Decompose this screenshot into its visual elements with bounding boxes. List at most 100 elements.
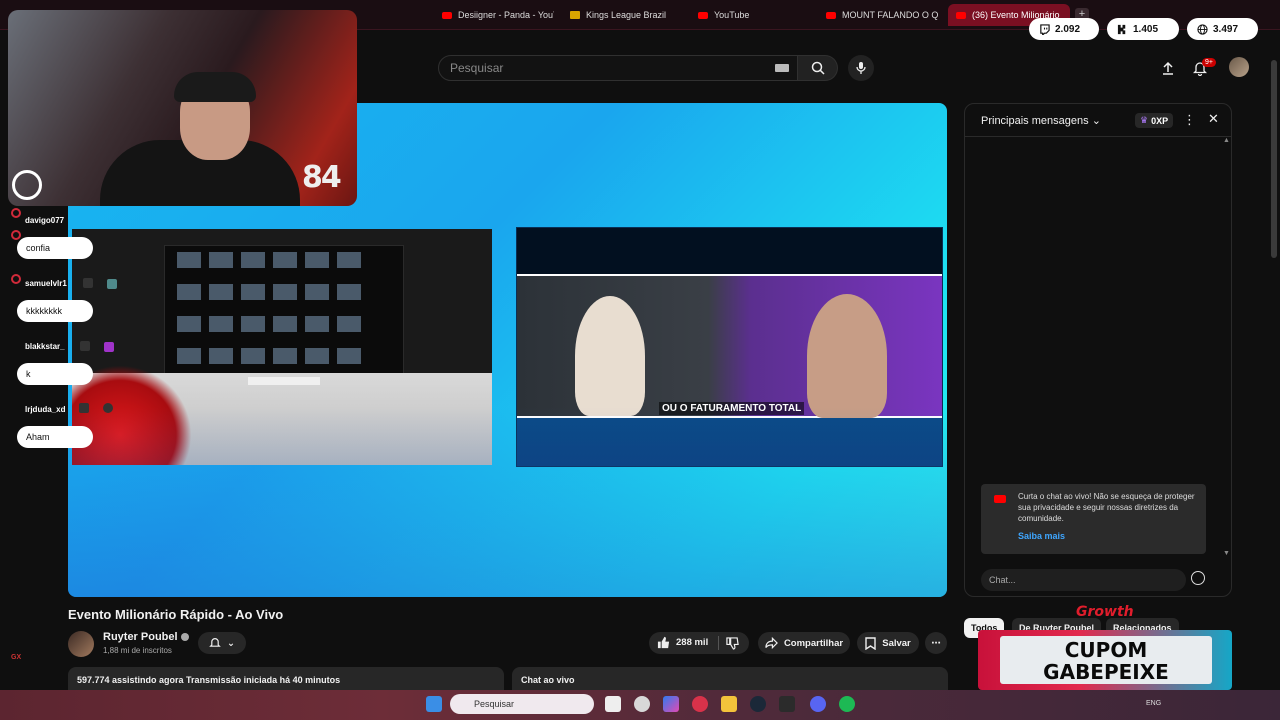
channel-name[interactable]: Ruyter Poubel [103, 631, 189, 643]
search-button[interactable] [798, 55, 838, 81]
twitch-badge-icon [80, 341, 90, 351]
notice-text: Curta o chat ao vivo! Não se esqueça de … [1018, 492, 1195, 523]
notification-bell-button[interactable]: ⌄ [198, 632, 246, 654]
keyboard-icon[interactable] [775, 64, 789, 72]
chat-welcome-notice: Curta o chat ao vivo! Não se esqueça de … [981, 484, 1206, 554]
twitch-viewers-count: 2.092 [1055, 23, 1081, 35]
stage-scene [72, 229, 492, 465]
kick-viewers-count: 1.405 [1133, 23, 1159, 35]
show-chat-replay-button[interactable]: Chat ao vivo [512, 667, 948, 691]
side-ring-icon [11, 208, 21, 218]
windows-start-icon[interactable] [426, 696, 442, 712]
timer-icon [12, 170, 42, 200]
sub-badge-icon [107, 279, 117, 289]
overlay-chat-user: samuelvlr1 [25, 279, 67, 288]
create-button[interactable] [1158, 58, 1178, 78]
chat-placeholder: Chat... [989, 575, 1016, 585]
account-avatar[interactable] [1229, 57, 1249, 77]
chat-mode-label: Principais mensagens [981, 115, 1089, 127]
live-stats-text: 597.774 assistindo agora Transmissão ini… [77, 675, 341, 685]
share-button[interactable]: Compartilhar [758, 632, 850, 654]
crown-icon: ♛ [1140, 115, 1149, 125]
overlay-chat-user: lrjduda_xd [25, 405, 66, 414]
kick-viewers-pill: 1.405 [1107, 18, 1179, 40]
total-viewers-count: 3.497 [1213, 23, 1239, 35]
search-icon [811, 61, 825, 75]
page-scrollbar[interactable] [1271, 60, 1277, 258]
spotify-icon[interactable] [839, 696, 855, 712]
streamer-webcam: 84 [8, 10, 357, 206]
scroll-down-icon[interactable]: ▼ [1223, 550, 1230, 557]
sub-badge-icon [103, 403, 113, 413]
browser-side-label: GX [11, 654, 22, 661]
scroll-up-icon[interactable]: ▲ [1223, 137, 1230, 144]
overlay-chat-message: k [17, 363, 93, 385]
host-left [575, 296, 645, 416]
task-view-icon[interactable] [605, 696, 621, 712]
youtube-icon [994, 495, 1006, 503]
channel-name-text: Ruyter Poubel [103, 631, 178, 643]
discord-icon[interactable] [810, 696, 826, 712]
chat-replay-label: Chat ao vivo [521, 675, 575, 685]
overlay-chat-message: Aham [17, 426, 93, 448]
thumbs-down-icon [726, 637, 739, 650]
thumbs-up-icon [657, 636, 670, 649]
subscriber-count: 1,88 mi de inscritos [103, 646, 172, 655]
overlay-chat-user: davigo077 [25, 216, 65, 225]
video-caption: OU O FATURAMENTO TOTAL [659, 402, 805, 415]
overlay-chat-user: blakkstar_ [25, 342, 65, 351]
host-right [807, 294, 887, 418]
kick-icon [1117, 24, 1126, 34]
search-placeholder: Pesquisar [450, 61, 504, 75]
save-button[interactable]: Salvar [857, 632, 919, 654]
input-language[interactable]: ENG [1146, 700, 1161, 707]
xp-badge[interactable]: ♛ 0XP [1135, 113, 1174, 128]
video-description-box[interactable]: 597.774 assistindo agora Transmissão ini… [68, 667, 504, 691]
verified-icon [180, 633, 189, 642]
app-icon[interactable] [779, 696, 795, 712]
app-icon[interactable] [634, 696, 650, 712]
video-wall [164, 245, 404, 375]
bookmark-icon [865, 636, 876, 650]
live-chat-panel: Principais mensagens ⌄ ♛ 0XP ⋮ ✕ ▲ ▼ Cur… [964, 103, 1232, 597]
steam-icon[interactable] [750, 696, 766, 712]
save-label: Salvar [882, 637, 911, 649]
upload-icon [1163, 61, 1173, 75]
browser-tab[interactable]: YouTube [698, 6, 798, 24]
like-button[interactable] [657, 636, 670, 652]
podcast-camera: OU O FATURAMENTO TOTAL [517, 274, 942, 418]
dislike-button[interactable] [726, 637, 739, 653]
copilot-icon[interactable] [663, 696, 679, 712]
search-input[interactable]: Pesquisar [438, 55, 798, 81]
taskbar-search-placeholder: Pesquisar [474, 699, 515, 709]
file-explorer-icon[interactable] [721, 696, 737, 712]
more-actions-button[interactable]: ⋯ [925, 632, 947, 654]
channel-avatar[interactable] [68, 631, 94, 657]
tab-label: MOUNT FALANDO O QU [842, 10, 938, 20]
close-icon[interactable]: ✕ [1208, 111, 1219, 127]
coupon-label: CUPOM [1064, 638, 1148, 662]
chat-mode-dropdown[interactable]: Principais mensagens ⌄ [981, 114, 1101, 127]
sub-badge-icon [104, 342, 114, 352]
taskbar-search[interactable]: Pesquisar [450, 694, 594, 714]
more-horizontal-icon: ⋯ [931, 637, 941, 649]
podcast-scene: OU O FATURAMENTO TOTAL [516, 227, 943, 467]
opera-gx-icon[interactable] [692, 696, 708, 712]
browser-tab[interactable]: MOUNT FALANDO O QU [826, 6, 938, 24]
emoji-icon[interactable] [1191, 571, 1205, 585]
like-dislike-group: 288 mil [649, 632, 749, 654]
microphone-icon [856, 62, 866, 74]
browser-tab[interactable]: Kings League Brazil [570, 6, 680, 24]
chat-input[interactable]: Chat... [981, 569, 1186, 591]
learn-more-link[interactable]: Saiba mais [1018, 531, 1065, 541]
stage-desk [248, 377, 320, 385]
voice-search-button[interactable] [848, 55, 874, 81]
divider [718, 636, 719, 650]
more-options-icon[interactable]: ⋮ [1183, 112, 1196, 128]
globe-icon [1197, 23, 1208, 35]
twitch-viewers-pill: 2.092 [1029, 18, 1099, 40]
crown-icon [570, 11, 580, 19]
twitch-badge-icon [79, 403, 89, 413]
browser-tab[interactable]: Desiigner - Panda - YouTu [442, 6, 554, 24]
youtube-icon [956, 11, 966, 19]
